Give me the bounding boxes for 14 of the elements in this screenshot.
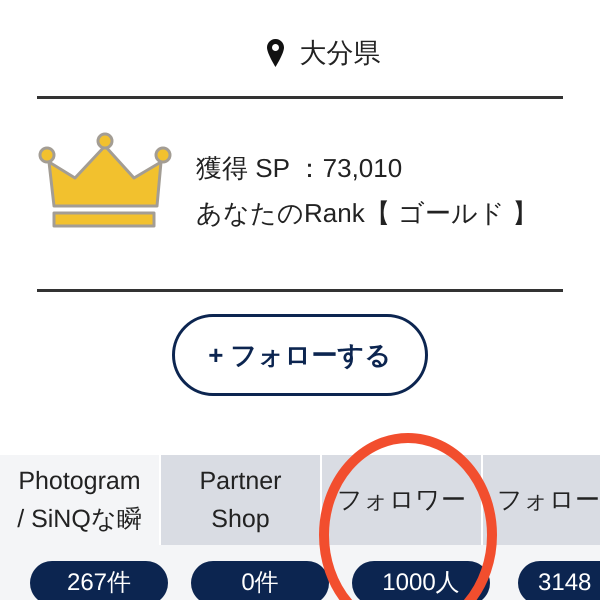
count-badge: 1000人 bbox=[352, 561, 490, 600]
count-badge: 267件 bbox=[30, 561, 168, 600]
crown-icon bbox=[37, 132, 172, 228]
points-text: 獲得 SP ：73,010 bbox=[196, 152, 404, 185]
location-text: 大分県 bbox=[300, 38, 380, 68]
location-pin-icon bbox=[266, 39, 284, 67]
category-tab[interactable]: Photogram / SiNQな瞬 bbox=[0, 455, 159, 545]
count-badge: 3148 bbox=[518, 561, 600, 600]
rank-text: あなたのRank【 ゴールド 】 bbox=[196, 197, 538, 230]
count-badge: 0件 bbox=[191, 561, 329, 600]
category-tab[interactable]: Partner Shop bbox=[161, 455, 320, 545]
category-tab[interactable]: フォロー bbox=[483, 455, 600, 545]
follow-button[interactable]: + フォローする bbox=[172, 314, 428, 396]
category-tab[interactable]: フォロワー bbox=[322, 455, 481, 545]
